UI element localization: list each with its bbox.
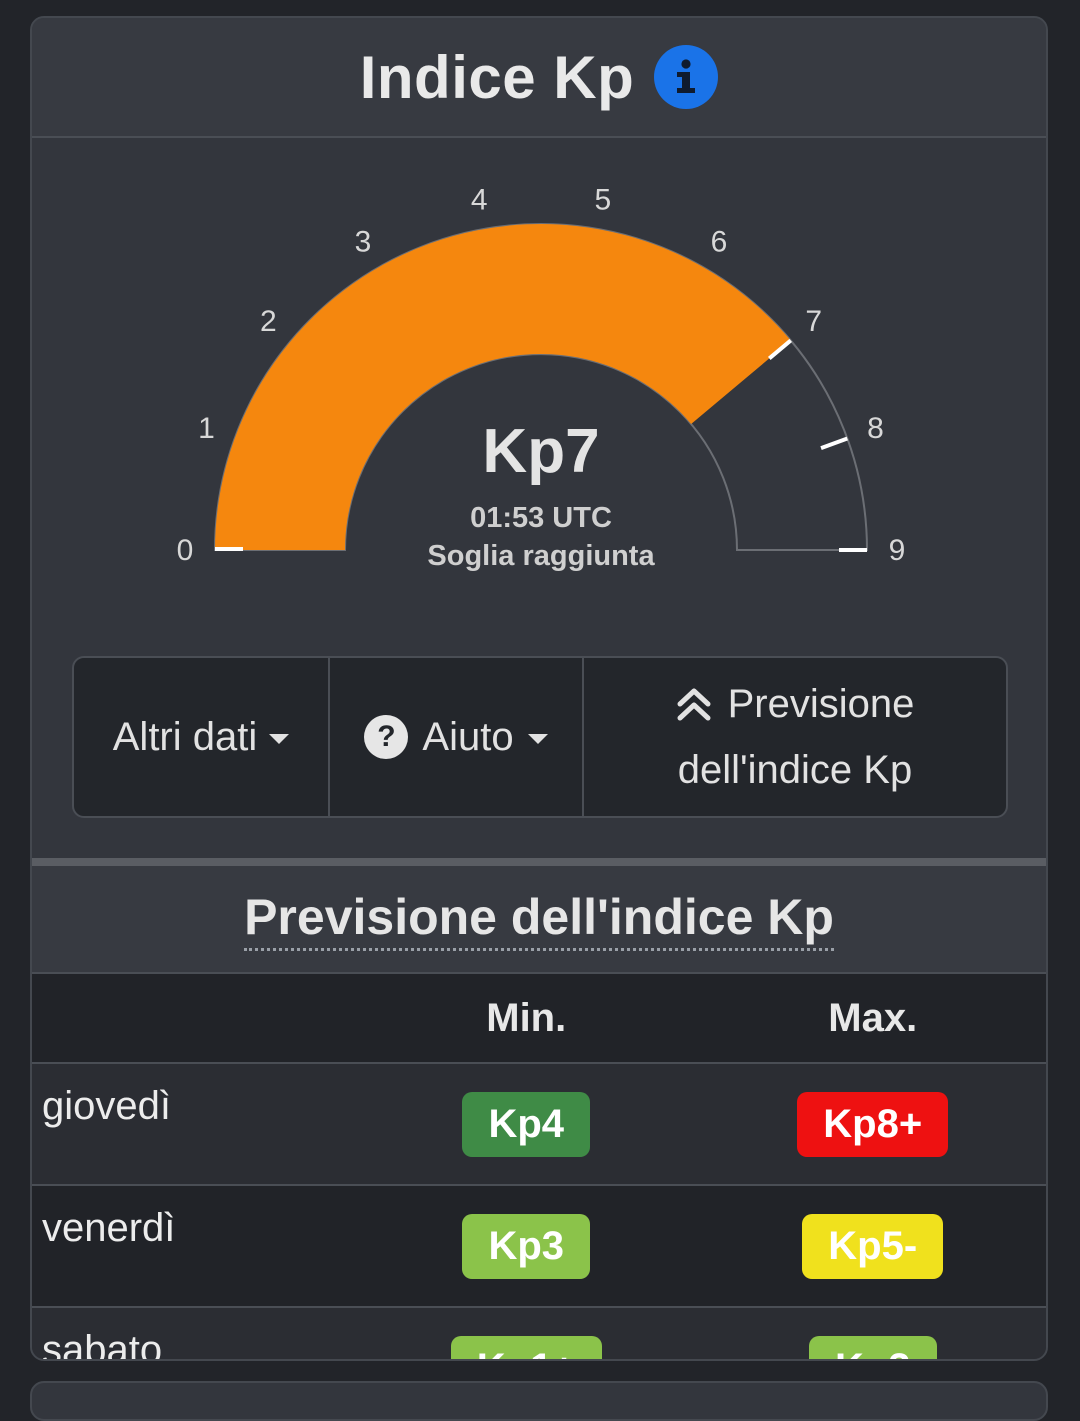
day-cell: giovedì <box>32 1063 353 1186</box>
measurement-time: 01:53 UTC <box>470 502 612 534</box>
caret-down-icon <box>269 734 290 744</box>
kp-badge: Kp3 <box>808 1335 937 1359</box>
forecast-button-label-1: Previsione <box>727 682 915 726</box>
caret-down-icon <box>527 734 548 744</box>
forecast-button-label-2: dell'indice Kp <box>677 748 913 792</box>
max-cell: Kp8+ <box>699 1063 1046 1186</box>
section-divider <box>32 858 1046 866</box>
min-column-header: Min. <box>353 974 700 1064</box>
double-chevron-up-icon <box>677 688 711 721</box>
table-row: venerdì Kp3 Kp5- <box>32 1185 1046 1308</box>
gauge-tick-label: 2 <box>260 305 277 338</box>
threshold-status: Soglia raggiunta <box>427 540 655 572</box>
more-data-dropdown[interactable]: Altri dati <box>74 658 328 816</box>
help-label: Aiuto <box>422 714 514 759</box>
min-cell: Kp1+ <box>353 1307 700 1359</box>
gauge-tick-label: 5 <box>594 183 611 216</box>
max-cell: Kp3 <box>699 1307 1046 1359</box>
kp-badge: Kp1+ <box>450 1335 602 1359</box>
forecast-button-line1: Previsione <box>676 671 915 737</box>
table-row: giovedì Kp4 Kp8+ <box>32 1063 1046 1186</box>
next-card-edge <box>30 1381 1048 1421</box>
more-data-label: Altri dati <box>112 714 258 759</box>
kp-index-card: Indice Kp 0123456789 Kp7 01:53 UTC Sogli… <box>30 16 1048 1361</box>
action-button-group: Altri dati ? Aiuto Previsione dell'indic… <box>72 656 1008 818</box>
kp-gauge: 0123456789 Kp7 01:53 UTC Soglia raggiunt… <box>32 138 1046 638</box>
min-cell: Kp4 <box>353 1063 700 1186</box>
forecast-table: Min. Max. giovedì Kp4 Kp8+ venerdì Kp3 K… <box>32 974 1046 1359</box>
forecast-header: Previsione dell'indice Kp <box>32 866 1046 974</box>
gauge-tick-label: 6 <box>711 226 728 259</box>
gauge-tick-label: 4 <box>471 183 488 216</box>
forecast-title[interactable]: Previsione dell'indice Kp <box>244 888 834 951</box>
table-header-row: Min. Max. <box>32 974 1046 1064</box>
info-glyph <box>677 59 696 93</box>
max-column-header: Max. <box>699 974 1046 1064</box>
info-icon[interactable] <box>654 45 719 109</box>
kp-badge: Kp4 <box>462 1091 591 1157</box>
day-column-header <box>32 974 353 1064</box>
kp-forecast-button[interactable]: Previsione dell'indice Kp <box>582 658 1006 816</box>
min-cell: Kp3 <box>353 1185 700 1308</box>
current-kp-value: Kp7 <box>482 417 600 486</box>
kp-badge: Kp3 <box>462 1213 591 1279</box>
gauge-tick-label: 7 <box>805 305 822 338</box>
day-cell: venerdì <box>32 1185 353 1308</box>
help-dropdown[interactable]: ? Aiuto <box>328 658 582 816</box>
page-title: Indice Kp <box>359 43 635 111</box>
gauge-tick-label: 3 <box>355 226 372 259</box>
kp-badge: Kp8+ <box>797 1091 949 1157</box>
kp-badge: Kp5- <box>802 1213 944 1279</box>
day-cell: sabato <box>32 1307 353 1359</box>
question-circle-icon: ? <box>364 715 409 759</box>
card-header: Indice Kp <box>32 18 1046 138</box>
table-row: sabato Kp1+ Kp3 <box>32 1307 1046 1359</box>
max-cell: Kp5- <box>699 1185 1046 1308</box>
